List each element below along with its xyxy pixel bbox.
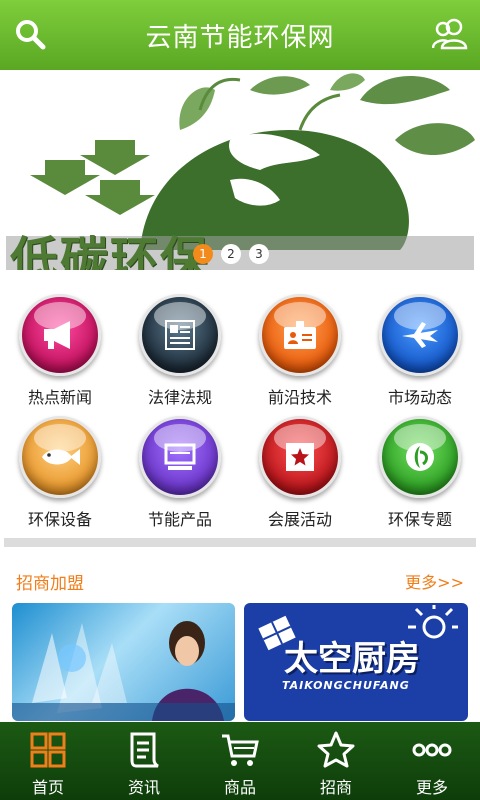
category-label: 前沿技术 [267,388,332,407]
carousel-dot-1[interactable]: 1 [193,244,213,264]
page-title: 云南节能环保网 [145,22,335,53]
search-icon[interactable] [14,18,46,50]
carousel-indicators: 1 2 3 [193,244,269,264]
fish-icon [19,416,101,498]
category-hot-news[interactable]: 热点新闻 [0,290,120,412]
category-tech[interactable]: 前沿技术 [240,290,360,412]
star-icon [259,416,341,498]
tab-label: 更多 [415,778,448,797]
category-label: 热点新闻 [27,388,92,407]
banner-caption: 低碳环保 [10,232,211,270]
tab-products[interactable]: 商品 [192,722,288,800]
plane-icon [379,294,461,376]
ad-list: 太空厨房 TAIKONGCHUFANG [12,603,468,721]
ad-title: 太空厨房 [284,639,420,679]
category-label: 法律法规 [147,388,212,407]
category-label: 环保设备 [27,510,92,529]
tab-investment[interactable]: 招商 [288,722,384,800]
tab-label: 首页 [31,778,64,797]
category-label: 节能产品 [147,510,212,529]
category-grid: 热点新闻 法律法规 前沿技术 市场动态 环保设备 节能产品 会展活动 环保专题 [0,290,480,535]
tab-label: 商品 [223,778,256,797]
more-dots-icon [412,743,452,757]
category-label: 市场动态 [387,388,452,407]
category-market[interactable]: 市场动态 [360,290,480,412]
carousel-dot-2[interactable]: 2 [221,244,241,264]
document-icon [139,294,221,376]
more-link[interactable]: 更多>> [405,569,464,593]
tab-label: 招商 [319,778,352,797]
leaf-icon [379,416,461,498]
cart-icon [222,734,259,766]
category-label: 环保专题 [387,510,452,529]
tab-news[interactable]: 资讯 [96,722,192,800]
section-divider [4,538,476,547]
section-title: 招商加盟 [16,574,84,594]
ad-image-1 [12,621,235,721]
grid-icon [30,732,66,768]
tab-home[interactable]: 首页 [0,722,96,800]
category-products[interactable]: 节能产品 [120,412,240,534]
category-laws[interactable]: 法律法规 [120,290,240,412]
ad-subtitle: TAIKONGCHUFANG [282,679,410,692]
category-equipment[interactable]: 环保设备 [0,412,120,534]
category-topics[interactable]: 环保专题 [360,412,480,534]
star-outline-icon [317,731,355,768]
app-header: 云南节能环保网 [0,0,480,70]
ad-banner-1[interactable] [12,603,235,721]
megaphone-icon [19,294,101,376]
bottom-tab-bar: 首页 资讯 商品 招商 更多 [0,722,480,800]
carousel-dot-3[interactable]: 3 [249,244,269,264]
news-icon [130,732,159,768]
badge-icon [259,294,341,376]
banner-carousel[interactable]: 低碳环保 1 2 3 [0,70,480,270]
monitor-icon [139,416,221,498]
category-label: 会展活动 [267,510,332,529]
tab-label: 资讯 [127,778,160,797]
users-icon[interactable] [431,18,468,50]
tab-more[interactable]: 更多 [384,722,480,800]
category-exhibition[interactable]: 会展活动 [240,412,360,534]
ad-banner-2[interactable]: 太空厨房 TAIKONGCHUFANG [244,603,468,721]
